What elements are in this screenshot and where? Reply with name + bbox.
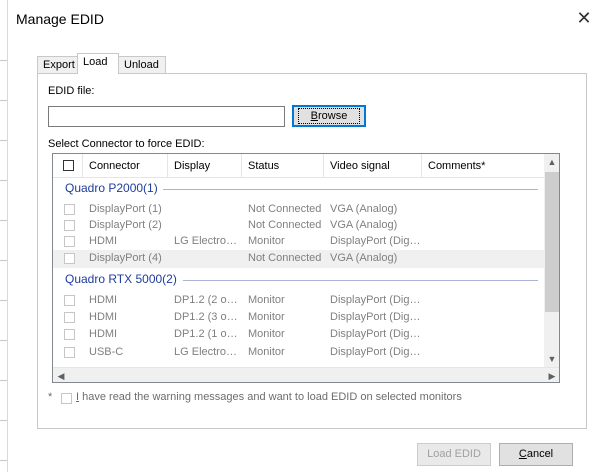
cell-status: Monitor xyxy=(248,328,285,340)
cell-video-signal: DisplayPort (Dig… xyxy=(330,294,421,306)
group-header: Quadro P2000(1) xyxy=(53,179,544,199)
column-comments[interactable]: Comments* xyxy=(422,154,544,178)
close-icon[interactable]: ✕ xyxy=(573,8,595,30)
group-divider xyxy=(163,189,538,190)
background-window-edge xyxy=(0,0,8,472)
warning-text: have read the warning messages and want … xyxy=(79,391,462,403)
cell-connector: HDMI xyxy=(89,235,118,247)
edid-file-input[interactable] xyxy=(48,106,285,127)
load-tab-panel: EDID file: Browse Select Connector to fo… xyxy=(37,73,587,429)
table-row[interactable]: HDMI DP1.2 (2 o… Monitor DisplayPort (Di… xyxy=(53,293,544,309)
cell-video-signal: DisplayPort (Dig… xyxy=(330,328,421,340)
cell-video-signal: VGA (Analog) xyxy=(330,252,398,264)
cell-status: Not Connected xyxy=(248,252,322,264)
cell-display: DP1.2 (1 o… xyxy=(174,328,238,340)
group-name: Quadro P2000(1) xyxy=(65,181,162,195)
cell-status: Monitor xyxy=(248,311,285,323)
column-display[interactable]: Display xyxy=(168,154,242,178)
row-checkbox[interactable] xyxy=(64,236,75,247)
edid-file-label: EDID file: xyxy=(48,85,95,97)
table-row[interactable]: HDMI DP1.2 (1 o… Monitor DisplayPort (Di… xyxy=(53,327,544,343)
cell-video-signal: VGA (Analog) xyxy=(330,203,398,215)
chevron-down-icon[interactable]: ▼ xyxy=(544,351,559,368)
table-row[interactable]: DisplayPort (1) Not Connected VGA (Analo… xyxy=(53,202,544,218)
cancel-label: ancel xyxy=(526,448,554,460)
column-connector[interactable]: Connector xyxy=(83,154,168,178)
cell-video-signal: DisplayPort (Dig… xyxy=(330,346,421,358)
chevron-up-icon[interactable]: ▲ xyxy=(544,154,559,171)
column-status[interactable]: Status xyxy=(242,154,324,178)
cell-connector: USB-C xyxy=(89,346,124,358)
cell-status: Not Connected xyxy=(248,219,322,231)
cell-status: Monitor xyxy=(248,346,285,358)
cell-status: Monitor xyxy=(248,294,285,306)
row-checkbox[interactable] xyxy=(64,295,75,306)
chevron-left-icon[interactable]: ◀ xyxy=(53,368,69,382)
cell-connector: DisplayPort (1) xyxy=(89,203,162,215)
cancel-button[interactable]: Cancel xyxy=(499,443,573,466)
table-row[interactable]: HDMI LG Electro… Monitor DisplayPort (Di… xyxy=(53,234,544,250)
tab-export[interactable]: Export xyxy=(37,56,79,74)
connector-list: Connector Display Status Video signal Co… xyxy=(52,153,560,383)
select-connector-label: Select Connector to force EDID: xyxy=(48,138,205,150)
title-bar: Manage EDID ✕ xyxy=(8,0,595,38)
table-row[interactable]: DisplayPort (2) Not Connected VGA (Analo… xyxy=(53,218,544,234)
dialog-title: Manage EDID xyxy=(16,11,104,27)
warning-ack-label[interactable]: I have read the warning messages and wan… xyxy=(76,391,462,403)
horizontal-scrollbar[interactable]: ◀ ▶ xyxy=(53,367,559,382)
group-divider xyxy=(183,280,538,281)
table-row[interactable]: HDMI DP1.2 (3 o… Monitor DisplayPort (Di… xyxy=(53,310,544,326)
cell-video-signal: DisplayPort (Dig… xyxy=(330,235,421,247)
row-checkbox[interactable] xyxy=(64,347,75,358)
header-checkbox-cell xyxy=(53,154,83,178)
cell-connector: HDMI xyxy=(89,294,118,306)
select-all-checkbox[interactable] xyxy=(63,160,74,171)
cell-video-signal: VGA (Analog) xyxy=(330,219,398,231)
warning-ack-checkbox[interactable] xyxy=(61,393,72,404)
load-edid-button[interactable]: Load EDID xyxy=(417,443,491,466)
cell-video-signal: DisplayPort (Dig… xyxy=(330,311,421,323)
vertical-scroll-thumb[interactable] xyxy=(545,172,559,312)
manage-edid-dialog: Manage EDID ✕ Export Load Unload EDID fi… xyxy=(8,0,595,472)
warning-asterisk: * xyxy=(48,391,53,403)
chevron-right-icon[interactable]: ▶ xyxy=(544,368,559,382)
row-checkbox[interactable] xyxy=(64,312,75,323)
group-header: Quadro RTX 5000(2) xyxy=(53,270,544,290)
browse-label: rowse xyxy=(318,110,348,122)
cell-status: Monitor xyxy=(248,235,285,247)
group-name: Quadro RTX 5000(2) xyxy=(65,272,181,286)
tab-load[interactable]: Load xyxy=(77,53,119,74)
cell-display: DP1.2 (2 o… xyxy=(174,294,238,306)
tab-unload[interactable]: Unload xyxy=(118,56,166,74)
table-row[interactable]: USB-C LG Electro… Monitor DisplayPort (D… xyxy=(53,345,544,361)
row-checkbox[interactable] xyxy=(64,204,75,215)
cell-display: LG Electro… xyxy=(174,235,237,247)
table-row-highlighted[interactable]: DisplayPort (4) Not Connected VGA (Analo… xyxy=(53,250,544,268)
list-header: Connector Display Status Video signal Co… xyxy=(53,154,544,178)
cell-connector: HDMI xyxy=(89,328,118,340)
row-checkbox[interactable] xyxy=(64,253,75,264)
browse-button[interactable]: Browse xyxy=(292,105,366,127)
cell-connector: DisplayPort (4) xyxy=(89,252,162,264)
row-checkbox[interactable] xyxy=(64,329,75,340)
cell-status: Not Connected xyxy=(248,203,322,215)
browse-accel: B xyxy=(310,110,318,122)
cancel-accel: C xyxy=(518,448,527,460)
vertical-scrollbar[interactable]: ▲ ▼ xyxy=(544,154,559,368)
cell-connector: HDMI xyxy=(89,311,118,323)
warning-confirmation: * I have read the warning messages and w… xyxy=(48,391,568,409)
row-checkbox[interactable] xyxy=(64,220,75,231)
cell-display: LG Electro… xyxy=(174,346,237,358)
cell-connector: DisplayPort (2) xyxy=(89,219,162,231)
cell-display: DP1.2 (3 o… xyxy=(174,311,238,323)
column-video-signal[interactable]: Video signal xyxy=(324,154,422,178)
